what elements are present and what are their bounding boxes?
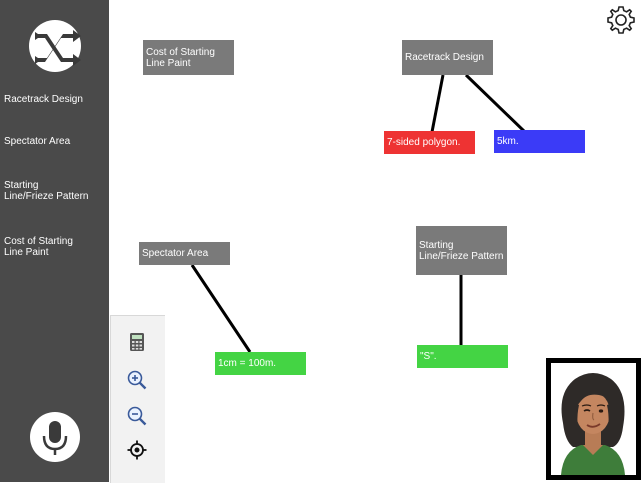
node-starting-line-frieze-pattern[interactable]: Starting Line/Frieze Pattern (416, 226, 507, 275)
calculator-icon[interactable] (126, 331, 148, 353)
tool-palette (110, 315, 165, 483)
connector-spectator-scale (190, 264, 252, 353)
node-spectator-area[interactable]: Spectator Area (139, 242, 230, 265)
crosshair-icon[interactable] (126, 439, 148, 461)
zoom-in-icon[interactable] (126, 369, 148, 391)
connector-racetrack-distance (464, 73, 527, 134)
node-5km[interactable]: 5km. (494, 130, 585, 153)
tutor-avatar (546, 358, 641, 480)
node-s-pattern[interactable]: "S". (417, 345, 508, 368)
zoom-out-icon[interactable] (126, 405, 148, 427)
node-cost-of-starting-line-paint[interactable]: Cost of Starting Line Paint (143, 40, 234, 75)
avatar (551, 363, 636, 475)
node-racetrack-design[interactable]: Racetrack Design (402, 40, 493, 75)
node-7-sided-polygon[interactable]: 7-sided polygon. (384, 131, 475, 154)
connector-racetrack-polygon (430, 74, 445, 133)
node-1cm-100m[interactable]: 1cm = 100m. (215, 352, 306, 375)
